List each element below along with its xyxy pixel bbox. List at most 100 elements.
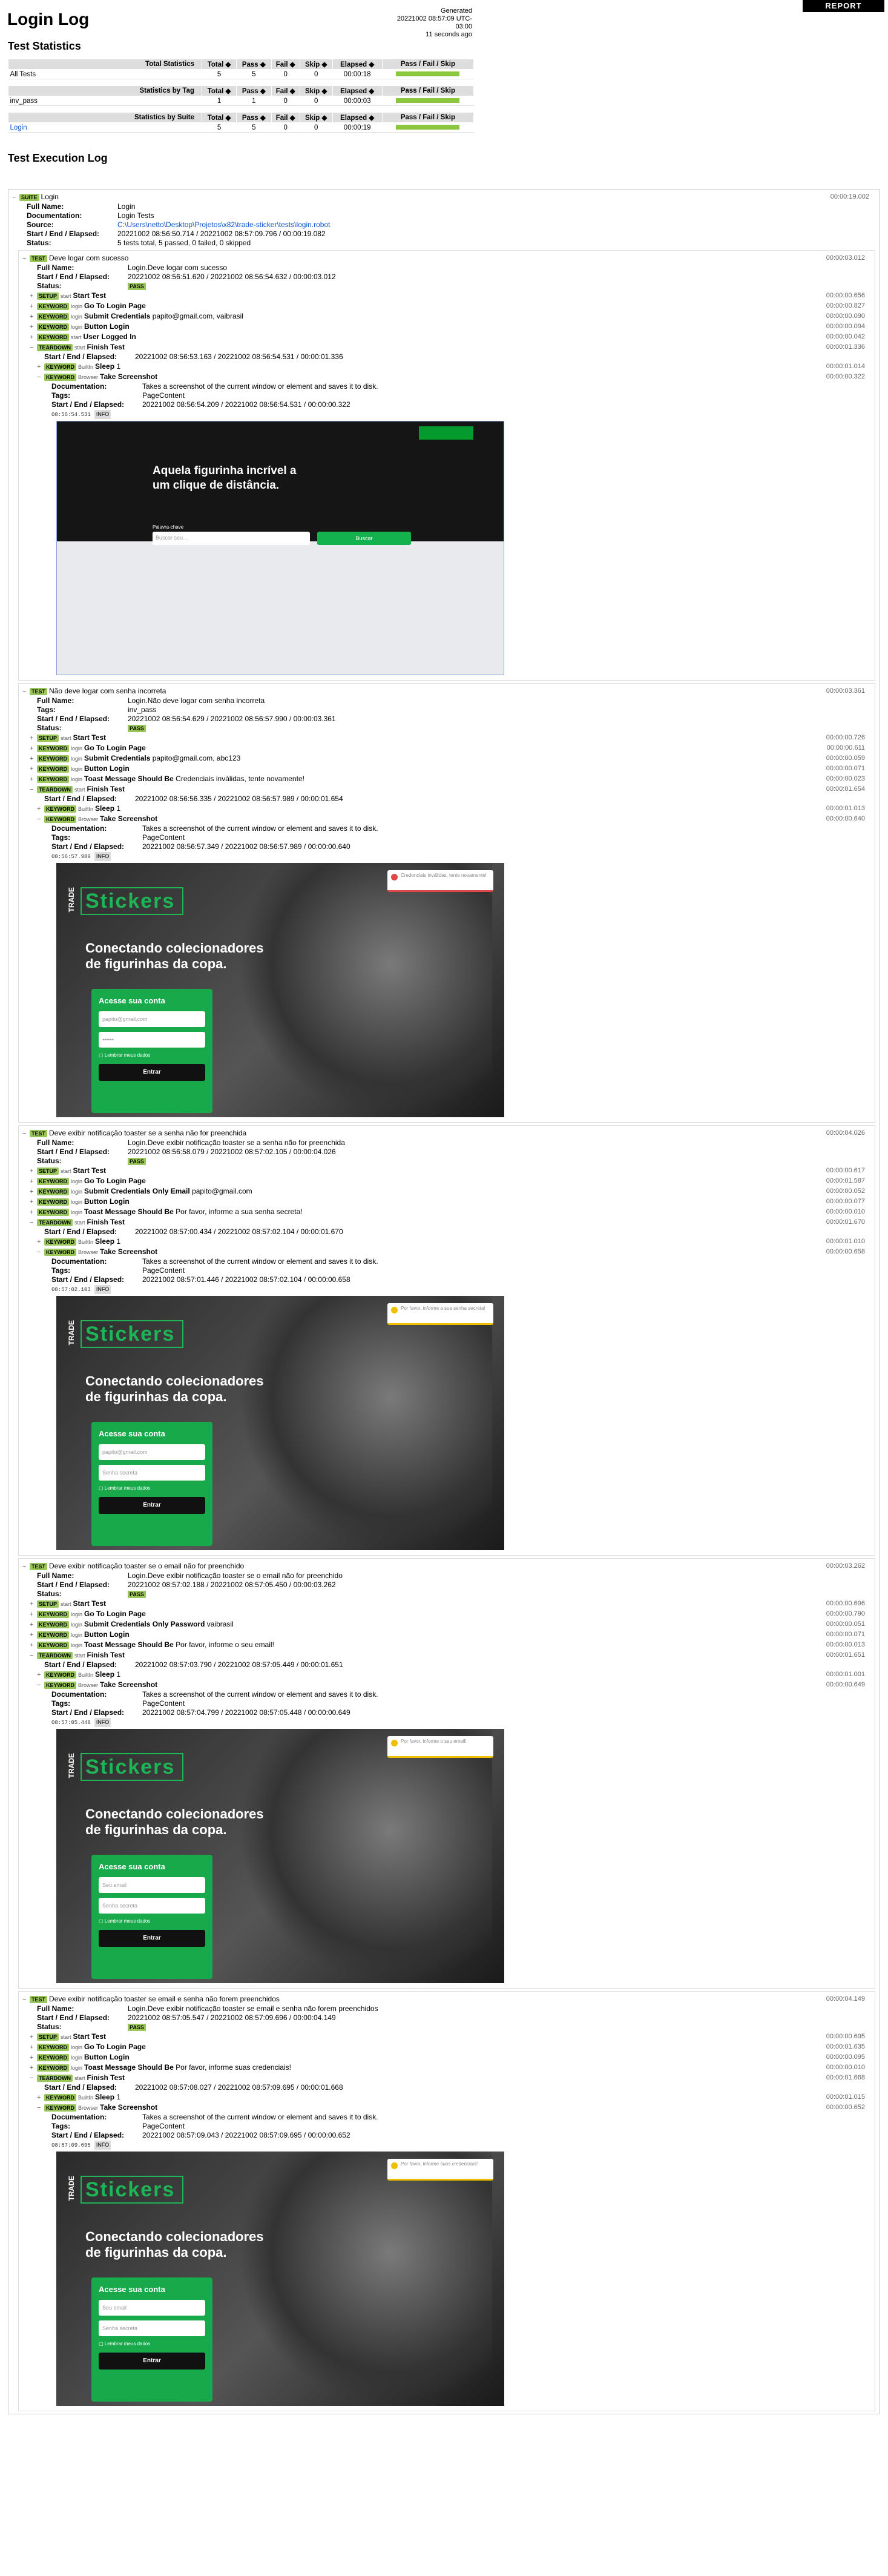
- expand-icon[interactable]: +: [30, 291, 37, 302]
- expand-icon[interactable]: +: [30, 1197, 37, 1207]
- collapse-icon[interactable]: −: [37, 372, 44, 383]
- expand-icon[interactable]: +: [30, 2063, 37, 2073]
- stats-row-name[interactable]: Login: [8, 122, 202, 133]
- collapse-icon[interactable]: −: [30, 343, 37, 353]
- keyword-row[interactable]: 00:00:00.059 + KEYWORD login Submit Credenti…: [30, 753, 871, 764]
- keyword-row[interactable]: 00:00:00.095 + KEYWORD login Button Login: [30, 2052, 871, 2062]
- stats-header-name[interactable]: Statistics by Tag: [8, 85, 202, 96]
- expand-icon[interactable]: +: [30, 312, 37, 322]
- expand-icon[interactable]: +: [30, 322, 37, 332]
- collapse-icon[interactable]: −: [30, 2073, 37, 2084]
- expand-icon[interactable]: +: [30, 2032, 37, 2043]
- expand-icon[interactable]: +: [30, 1620, 37, 1630]
- stats-col-header[interactable]: Pass / Fail / Skip: [381, 59, 475, 70]
- stats-col-header[interactable]: Skip ◆: [299, 85, 333, 96]
- stats-col-header[interactable]: Fail ◆: [271, 85, 300, 96]
- collapse-icon[interactable]: −: [37, 1247, 44, 1258]
- stats-col-header[interactable]: Total ◆: [201, 112, 237, 123]
- expand-icon[interactable]: +: [30, 1207, 37, 1218]
- keyword-row[interactable]: 00:00:00.617 + SETUP start Start Test: [30, 1166, 871, 1176]
- expand-icon[interactable]: +: [37, 804, 44, 814]
- test-header[interactable]: − TEST Deve exibir notificação toaster se …: [22, 1128, 871, 1138]
- expand-icon[interactable]: +: [30, 2053, 37, 2063]
- keyword-row[interactable]: 00:00:01.668 − TEARDOWN start Finish Test: [30, 2073, 871, 2083]
- expand-icon[interactable]: +: [30, 1599, 37, 1610]
- keyword-row[interactable]: 00:00:00.090 + KEYWORD login Submit Credenti…: [30, 311, 871, 322]
- stats-col-header[interactable]: Pass / Fail / Skip: [381, 112, 475, 123]
- stats-col-header[interactable]: Elapsed ◆: [332, 59, 383, 70]
- keyword-row[interactable]: 00:00:00.658 − KEYWORD Browser Take Screensh…: [37, 1247, 871, 1257]
- keyword-row[interactable]: 00:00:01.014 + KEYWORD BuiltIn Sleep 1: [37, 362, 871, 372]
- collapse-icon[interactable]: −: [22, 1562, 30, 1572]
- keyword-row[interactable]: 00:00:01.001 + KEYWORD BuiltIn Sleep 1: [37, 1669, 871, 1680]
- stats-col-header[interactable]: Elapsed ◆: [332, 112, 383, 123]
- keyword-row[interactable]: 00:00:01.010 + KEYWORD BuiltIn Sleep 1: [37, 1237, 871, 1247]
- expand-icon[interactable]: +: [30, 733, 37, 744]
- expand-icon[interactable]: +: [30, 2043, 37, 2053]
- keyword-row[interactable]: 00:00:00.611 + KEYWORD login Go To Login Pag…: [30, 743, 871, 753]
- keyword-row[interactable]: 00:00:00.023 + KEYWORD login Toast Message S…: [30, 774, 871, 784]
- expand-icon[interactable]: +: [37, 1237, 44, 1247]
- keyword-row[interactable]: 00:00:01.336 − TEARDOWN start Finish Test: [30, 342, 871, 352]
- collapse-icon[interactable]: −: [30, 1218, 37, 1228]
- keyword-row[interactable]: 00:00:00.649 − KEYWORD Browser Take Screensh…: [37, 1680, 871, 1690]
- keyword-row[interactable]: 00:00:00.010 + KEYWORD login Toast Message S…: [30, 2062, 871, 2073]
- expand-icon[interactable]: +: [37, 1670, 44, 1680]
- collapse-icon[interactable]: −: [30, 1651, 37, 1661]
- keyword-row[interactable]: 00:00:00.652 − KEYWORD Browser Take Screensh…: [37, 2102, 871, 2113]
- keyword-row[interactable]: 00:00:01.654 − TEARDOWN start Finish Test: [30, 784, 871, 794]
- keyword-row[interactable]: 00:00:00.013 + KEYWORD login Toast Message S…: [30, 1640, 871, 1650]
- suite-header[interactable]: − SUITE Login 00:00:19.002: [12, 192, 875, 202]
- collapse-icon[interactable]: −: [37, 1680, 44, 1691]
- collapse-icon[interactable]: −: [22, 687, 30, 697]
- expand-icon[interactable]: +: [30, 332, 37, 343]
- expand-icon[interactable]: +: [30, 764, 37, 774]
- stats-header-name[interactable]: Total Statistics: [8, 59, 202, 70]
- report-button[interactable]: REPORT: [803, 0, 884, 12]
- collapse-icon[interactable]: −: [30, 785, 37, 795]
- stats-col-header[interactable]: Total ◆: [201, 85, 237, 96]
- test-header[interactable]: − TEST Deve exibir notificação toaster se …: [22, 1561, 871, 1571]
- stats-row-name[interactable]: inv_pass: [8, 96, 202, 106]
- stats-col-header[interactable]: Skip ◆: [299, 112, 333, 123]
- stats-header-name[interactable]: Statistics by Suite: [8, 112, 202, 123]
- suite-source-link[interactable]: C:\Users\netto\Desktop\Projetos\x82\trad…: [117, 220, 331, 229]
- keyword-row[interactable]: 00:00:01.015 + KEYWORD BuiltIn Sleep 1: [37, 2092, 871, 2102]
- suite-stats-link[interactable]: Login: [10, 124, 27, 131]
- stats-col-header[interactable]: Total ◆: [201, 59, 237, 70]
- collapse-icon[interactable]: −: [37, 814, 44, 825]
- expand-icon[interactable]: +: [30, 744, 37, 754]
- keyword-row[interactable]: 00:00:00.322 − KEYWORD Browser Take Screensh…: [37, 372, 871, 382]
- test-header[interactable]: − TEST Não deve logar com senha incorreta 0…: [22, 686, 871, 696]
- test-header[interactable]: − TEST Deve logar com sucesso 00:00:03.012: [22, 253, 871, 263]
- stats-col-header[interactable]: Pass ◆: [236, 112, 272, 123]
- expand-icon[interactable]: +: [30, 1640, 37, 1651]
- keyword-row[interactable]: 00:00:01.587 + KEYWORD login Go To Login Pag…: [30, 1176, 871, 1186]
- keyword-row[interactable]: 00:00:00.094 + KEYWORD login Button Login: [30, 322, 871, 332]
- expand-icon[interactable]: +: [30, 774, 37, 785]
- keyword-row[interactable]: 00:00:01.651 − TEARDOWN start Finish Test: [30, 1650, 871, 1660]
- expand-icon[interactable]: +: [37, 362, 44, 372]
- keyword-row[interactable]: 00:00:00.656 + SETUP start Start Test: [30, 291, 871, 301]
- collapse-icon[interactable]: −: [12, 193, 19, 203]
- keyword-row[interactable]: 00:00:01.670 − TEARDOWN start Finish Test: [30, 1217, 871, 1227]
- expand-icon[interactable]: +: [30, 1187, 37, 1197]
- stats-col-header[interactable]: Fail ◆: [271, 112, 300, 123]
- expand-icon[interactable]: +: [30, 1177, 37, 1187]
- keyword-row[interactable]: 00:00:00.071 + KEYWORD login Button Login: [30, 1630, 871, 1640]
- collapse-icon[interactable]: −: [37, 2103, 44, 2113]
- stats-col-header[interactable]: Skip ◆: [299, 59, 333, 70]
- keyword-row[interactable]: 00:00:00.726 + SETUP start Start Test: [30, 733, 871, 743]
- keyword-row[interactable]: 00:00:00.790 + KEYWORD login Go To Login Pag…: [30, 1609, 871, 1619]
- keyword-row[interactable]: 00:00:00.640 − KEYWORD Browser Take Screensh…: [37, 814, 871, 824]
- expand-icon[interactable]: +: [30, 1630, 37, 1640]
- expand-icon[interactable]: +: [30, 302, 37, 312]
- keyword-row[interactable]: 00:00:01.013 + KEYWORD BuiltIn Sleep 1: [37, 804, 871, 814]
- keyword-row[interactable]: 00:00:00.052 + KEYWORD login Submit Credenti…: [30, 1186, 871, 1197]
- expand-icon[interactable]: +: [30, 1610, 37, 1620]
- collapse-icon[interactable]: −: [22, 254, 30, 264]
- stats-col-header[interactable]: Pass ◆: [236, 59, 272, 70]
- test-header[interactable]: − TEST Deve exibir notificação toaster se …: [22, 1994, 871, 2004]
- stats-col-header[interactable]: Elapsed ◆: [332, 85, 383, 96]
- collapse-icon[interactable]: −: [22, 1129, 30, 1139]
